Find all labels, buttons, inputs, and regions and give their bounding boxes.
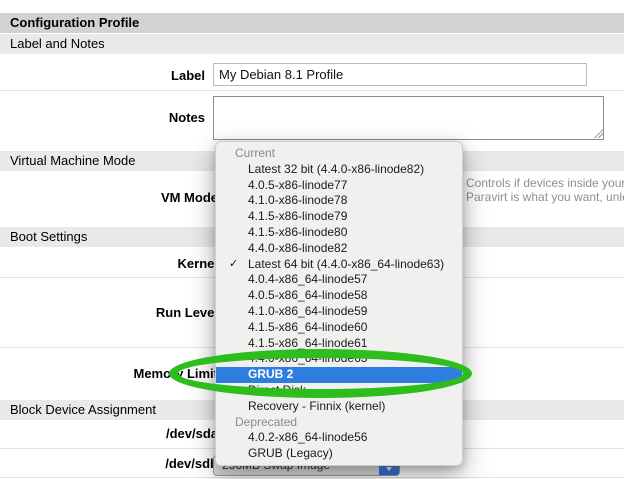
kernel-menu-option-label: Direct Disk — [248, 383, 306, 397]
kernel-menu-group-label: Deprecated — [216, 415, 462, 431]
run-level-label: Run Level — [0, 305, 218, 320]
kernel-menu-group-label: Current — [216, 146, 462, 162]
dev-sdb-label: /dev/sdb — [0, 456, 218, 471]
kernel-menu-option-label: 4.4.0-x86_64-linode63 — [248, 351, 367, 365]
kernel-menu-option-label: 4.1.5-x86-linode80 — [248, 225, 347, 239]
notes-field-label: Notes — [0, 110, 205, 125]
vm-mode-help-text: Controls if devices inside your Paravirt… — [466, 176, 624, 204]
kernel-menu-option[interactable]: 4.0.5-x86-linode77 — [216, 178, 462, 194]
divider — [0, 477, 624, 478]
kernel-menu-option[interactable]: Direct Disk — [216, 383, 462, 399]
kernel-menu-option[interactable]: GRUB (Legacy) — [216, 446, 462, 462]
kernel-menu-option[interactable]: ✓ Latest 64 bit (4.4.0-x86_64-linode63) — [216, 257, 462, 273]
configuration-profile-page: Configuration Profile Label and Notes La… — [0, 0, 624, 479]
kernel-menu-option[interactable]: GRUB 2 — [216, 367, 462, 383]
kernel-menu-option-label: 4.1.5-x86-linode79 — [248, 209, 347, 223]
kernel-menu-option[interactable]: 4.1.5-x86_64-linode60 — [216, 320, 462, 336]
kernel-menu-option[interactable]: Latest 32 bit (4.4.0-x86-linode82) — [216, 162, 462, 178]
kernel-menu-option[interactable]: Recovery - Finnix (kernel) — [216, 399, 462, 415]
kernel-menu-option[interactable]: 4.1.5-x86-linode80 — [216, 225, 462, 241]
kernel-menu-option[interactable]: 4.1.0-x86_64-linode59 — [216, 304, 462, 320]
kernel-menu-option-label: Latest 64 bit (4.4.0-x86_64-linode63) — [248, 257, 444, 271]
kernel-dropdown-menu: Current Latest 32 bit (4.4.0-x86-linode82… — [215, 141, 463, 466]
kernel-menu-option-label: 4.0.2-x86_64-linode56 — [248, 430, 367, 444]
kernel-menu-option-label: 4.1.5-x86_64-linode61 — [248, 336, 367, 350]
section-label-and-notes: Label and Notes — [0, 34, 624, 54]
kernel-menu-option[interactable]: 4.0.2-x86_64-linode56 — [216, 430, 462, 446]
kernel-menu-option[interactable]: 4.0.5-x86_64-linode58 — [216, 288, 462, 304]
page-title: Configuration Profile — [0, 13, 624, 33]
kernel-label: Kernel — [0, 256, 218, 271]
kernel-menu-option-label: 4.1.5-x86_64-linode60 — [248, 320, 367, 334]
textarea-resize-grip-icon[interactable] — [594, 129, 603, 138]
kernel-menu-option-label: Latest 32 bit (4.4.0-x86-linode82) — [248, 162, 424, 176]
checkmark-icon: ✓ — [229, 257, 238, 273]
label-field-label: Label — [0, 68, 205, 83]
kernel-menu-option[interactable]: 4.1.0-x86-linode78 — [216, 193, 462, 209]
kernel-menu-option[interactable]: 4.1.5-x86_64-linode61 — [216, 336, 462, 352]
kernel-menu-option-label: Current — [235, 146, 275, 160]
kernel-menu-option-label: 4.1.0-x86-linode78 — [248, 193, 347, 207]
kernel-menu-option[interactable]: 4.1.5-x86-linode79 — [216, 209, 462, 225]
kernel-menu-option-label: 4.0.5-x86-linode77 — [248, 178, 347, 192]
kernel-menu-option[interactable]: 4.4.0-x86-linode82 — [216, 241, 462, 257]
kernel-menu-option-label: GRUB 2 — [248, 367, 293, 381]
divider — [0, 90, 624, 91]
vm-mode-label: VM Mode — [0, 190, 218, 205]
kernel-menu-option[interactable]: 4.4.0-x86_64-linode63 — [216, 351, 462, 367]
label-input[interactable] — [213, 63, 587, 86]
kernel-menu-option-label: 4.0.5-x86_64-linode58 — [248, 288, 367, 302]
notes-textarea[interactable] — [213, 96, 604, 140]
kernel-menu-option[interactable]: 4.0.4-x86_64-linode57 — [216, 272, 462, 288]
kernel-menu-option-label: 4.4.0-x86-linode82 — [248, 241, 347, 255]
kernel-menu-option-label: Deprecated — [235, 415, 297, 429]
kernel-menu-option-label: GRUB (Legacy) — [248, 446, 333, 460]
memory-limit-label: Memory Limit — [0, 366, 218, 381]
dev-sda-label: /dev/sda — [0, 426, 218, 441]
kernel-menu-option-label: Recovery - Finnix (kernel) — [248, 399, 385, 413]
kernel-menu-option-label: 4.1.0-x86_64-linode59 — [248, 304, 367, 318]
kernel-menu-option-label: 4.0.4-x86_64-linode57 — [248, 272, 367, 286]
